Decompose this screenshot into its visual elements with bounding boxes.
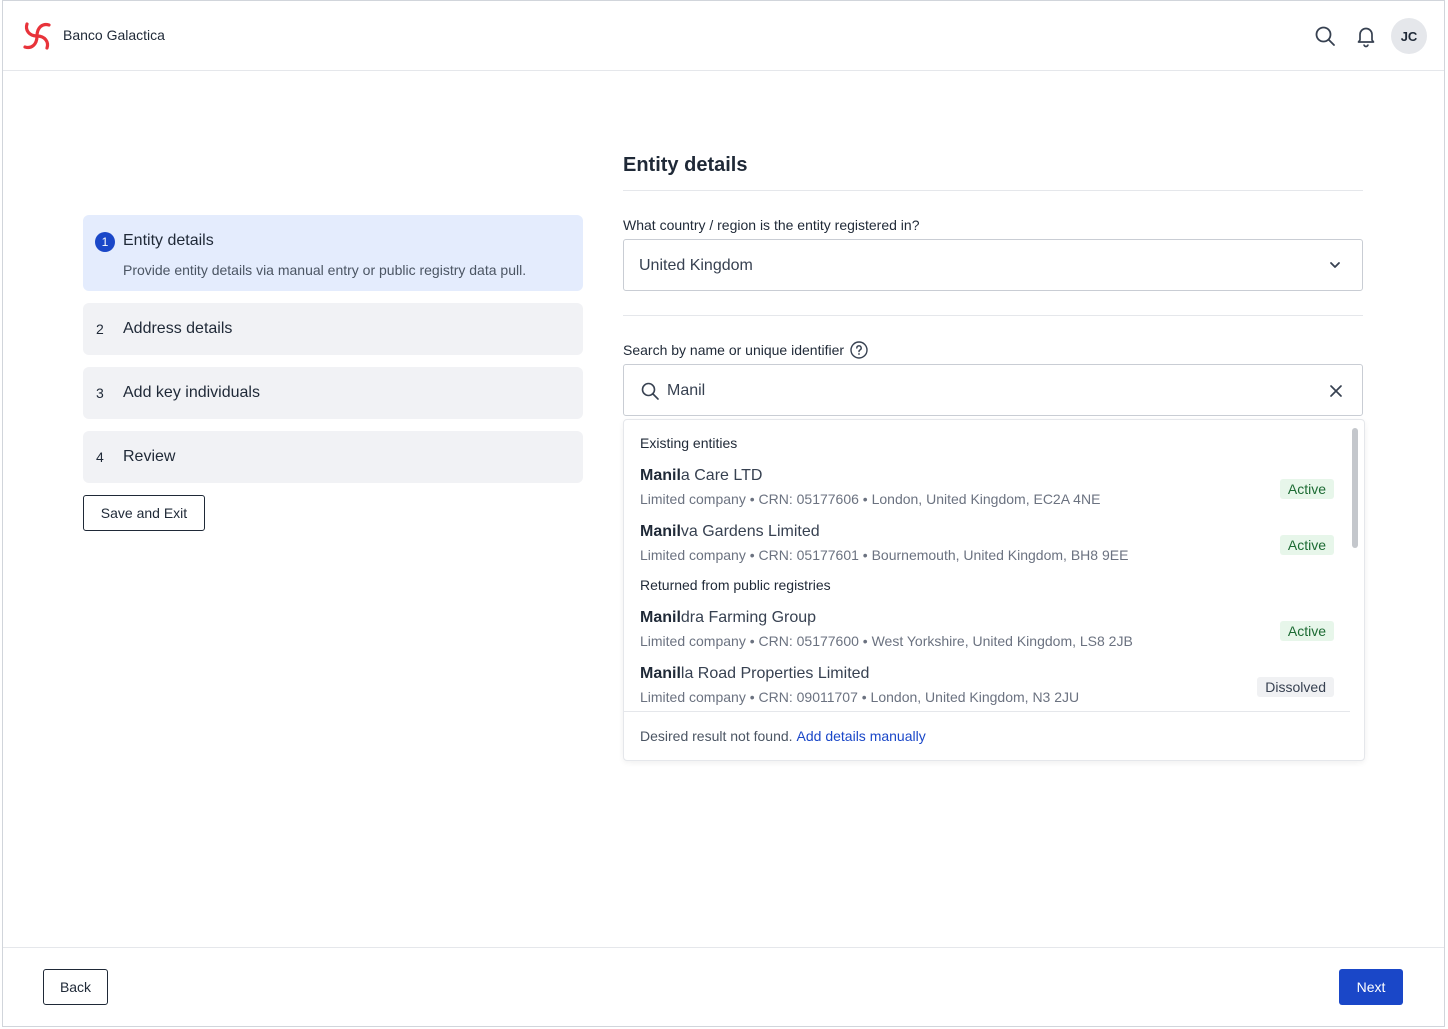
- user-avatar[interactable]: JC: [1391, 18, 1427, 54]
- step-add-key-individuals[interactable]: 3 Add key individuals: [83, 367, 583, 419]
- step-number-badge: 1: [95, 232, 115, 252]
- result-meta: Limited company • CRN: 09011707 • London…: [640, 689, 1080, 705]
- step-number: 4: [96, 449, 104, 465]
- logo-icon[interactable]: [20, 19, 54, 53]
- page-title: Entity details: [623, 154, 748, 176]
- step-title: Add key individuals: [123, 384, 260, 401]
- result-meta: Limited company • CRN: 05177606 • London…: [640, 491, 1101, 507]
- result-name-match: Manil: [640, 523, 681, 540]
- country-label-text: What country / region is the entity regi…: [623, 217, 920, 233]
- status-badge: Active: [1279, 535, 1334, 555]
- step-title: Entity details: [123, 232, 214, 249]
- step-entity-details[interactable]: 1 Entity details Provide entity details …: [83, 215, 583, 291]
- result-name-rest: la Road Properties Limited: [680, 665, 870, 682]
- result-item[interactable]: Manila Care LTD Limited company • CRN: 0…: [640, 467, 1334, 511]
- help-icon[interactable]: [850, 341, 868, 359]
- search-label: Search by name or unique identifier: [623, 341, 868, 359]
- not-found-message: Desired result not found. Add details man…: [640, 728, 926, 744]
- status-badge: Dissolved: [1257, 677, 1334, 697]
- app-window: Banco Galactica JC 1 Entity details Prov…: [2, 0, 1445, 1027]
- dropdown-divider: [624, 711, 1350, 712]
- result-name-rest: va Gardens Limited: [680, 523, 820, 540]
- result-item[interactable]: Manilva Gardens Limited Limited company …: [640, 523, 1334, 567]
- result-name-rest: dra Farming Group: [680, 609, 817, 626]
- result-meta: Limited company • CRN: 05177601 • Bourne…: [640, 547, 1129, 563]
- add-details-manually-link[interactable]: Add details manually: [797, 728, 926, 744]
- search-label-text: Search by name or unique identifier: [623, 342, 845, 358]
- status-badge: Active: [1279, 621, 1334, 641]
- search-icon[interactable]: [1313, 24, 1337, 48]
- step-number: 2: [96, 321, 104, 337]
- next-button[interactable]: Next: [1339, 969, 1403, 1005]
- result-name: Manilva Gardens Limited: [640, 523, 820, 541]
- country-select-value: United Kingdom: [639, 257, 753, 274]
- public-registries-heading: Returned from public registries: [640, 577, 831, 593]
- result-meta: Limited company • CRN: 05177600 • West Y…: [640, 633, 1133, 649]
- result-name: Manilla Road Properties Limited: [640, 665, 869, 683]
- results-scrollbar[interactable]: [1352, 428, 1358, 548]
- top-header: Banco Galactica JC: [3, 1, 1444, 71]
- result-name: Manila Care LTD: [640, 467, 762, 485]
- step-review[interactable]: 4 Review: [83, 431, 583, 483]
- chevron-down-icon: [1330, 262, 1340, 268]
- country-label: What country / region is the entity regi…: [623, 217, 919, 233]
- footer-bar: Back Next: [3, 947, 1444, 1026]
- result-name: Manildra Farming Group: [640, 609, 816, 627]
- bell-icon[interactable]: [1354, 24, 1378, 48]
- title-divider: [623, 190, 1363, 191]
- section-divider: [623, 315, 1363, 316]
- step-number: 3: [96, 385, 104, 401]
- search-results-dropdown: Existing entities Manila Care LTD Limite…: [623, 419, 1365, 761]
- brand-name: Banco Galactica: [63, 27, 165, 43]
- result-item[interactable]: Manilla Road Properties Limited Limited …: [640, 665, 1334, 709]
- not-found-text: Desired result not found.: [640, 728, 793, 744]
- save-and-exit-button[interactable]: Save and Exit: [83, 495, 205, 531]
- step-title: Address details: [123, 320, 233, 337]
- result-name-match: Manil: [640, 609, 681, 626]
- search-icon: [641, 382, 659, 400]
- step-address-details[interactable]: 2 Address details: [83, 303, 583, 355]
- close-icon[interactable]: [1328, 383, 1344, 399]
- entity-search-box[interactable]: [623, 364, 1363, 416]
- result-name-match: Manil: [640, 467, 681, 484]
- back-button[interactable]: Back: [43, 969, 108, 1005]
- country-select[interactable]: United Kingdom: [623, 239, 1363, 291]
- result-item[interactable]: Manildra Farming Group Limited company •…: [640, 609, 1334, 653]
- result-name-match: Manil: [640, 665, 681, 682]
- step-description: Provide entity details via manual entry …: [123, 262, 527, 278]
- status-badge: Active: [1279, 479, 1334, 499]
- step-title: Review: [123, 448, 176, 465]
- entity-search-input[interactable]: [667, 379, 1267, 403]
- existing-entities-heading: Existing entities: [640, 435, 738, 451]
- result-name-rest: a Care LTD: [680, 467, 763, 484]
